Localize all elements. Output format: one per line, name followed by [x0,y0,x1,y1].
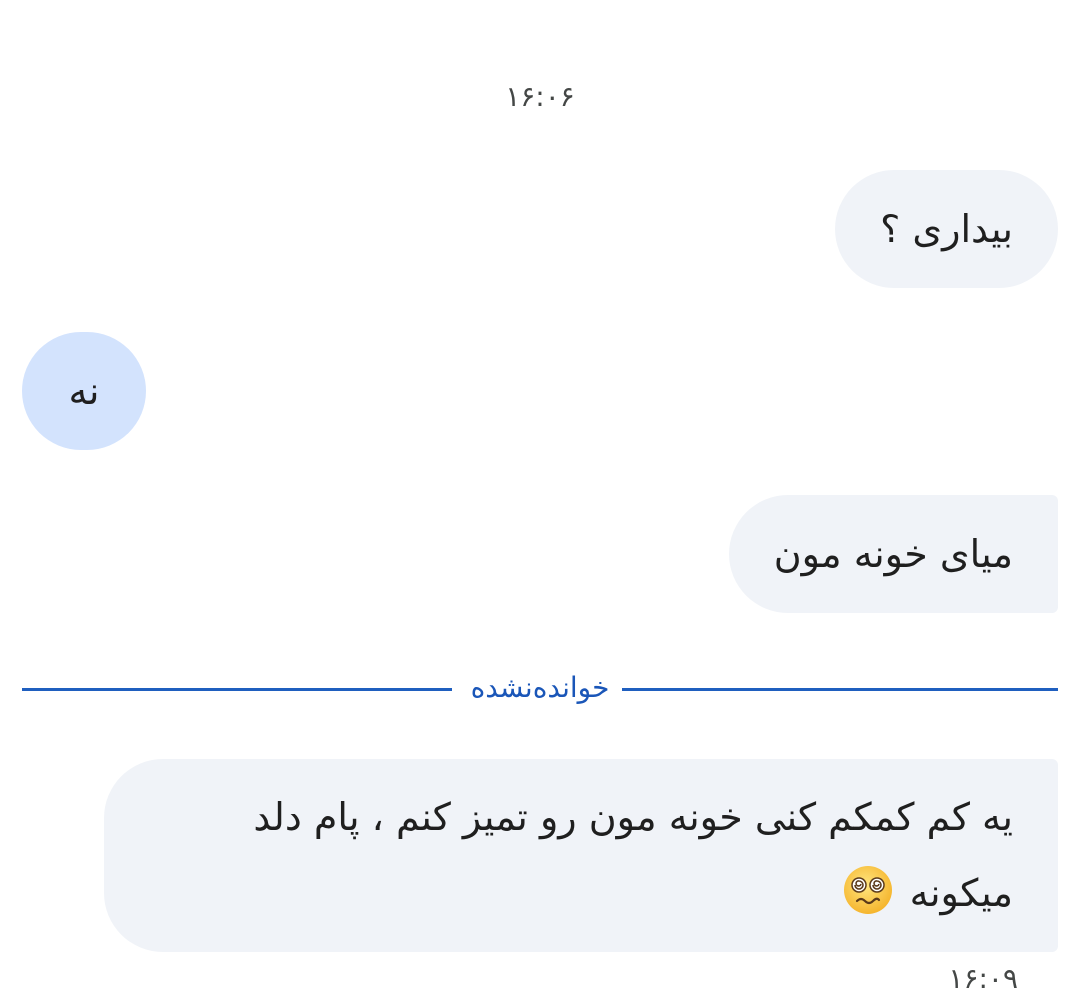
message-text: میای خونه مون [773,532,1013,576]
message-text: بیداری ؟ [880,207,1013,251]
incoming-message-bubble[interactable]: میای خونه مون [728,495,1058,613]
unread-divider-label: خواندەنشده [470,671,610,704]
unread-divider: خواندەنشده [22,668,1058,708]
timestamp-footer: ۱۶:۰۹ [948,962,1018,995]
unread-divider-line [622,688,1058,691]
incoming-message-bubble[interactable]: بیداری ؟ [835,170,1058,288]
timestamp-header: ۱۶:۰۶ [505,80,575,113]
message-text: یه کم کمکم کنی خونه مون رو تمیز کنم ، پا… [253,795,1013,915]
woozy-face-emoji [842,864,894,916]
unread-divider-line [22,688,452,691]
message-text: نه [68,369,100,413]
outgoing-message-bubble[interactable]: نه [22,332,146,450]
incoming-message-bubble[interactable]: یه کم کمکم کنی خونه مون رو تمیز کنم ، پا… [104,759,1058,952]
